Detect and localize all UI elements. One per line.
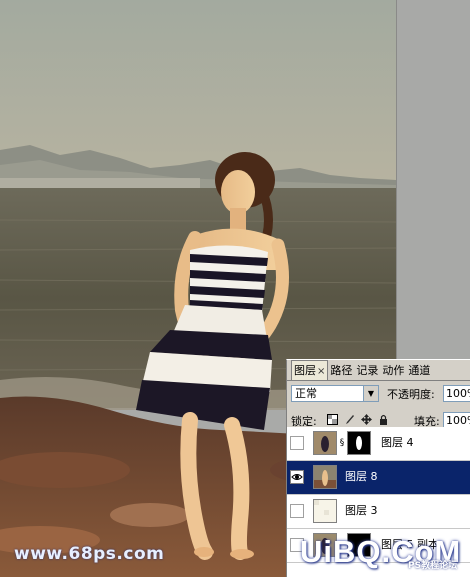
lock-move-icon[interactable] bbox=[361, 414, 372, 425]
blend-mode-value: 正常 bbox=[295, 387, 317, 400]
lock-brush-icon[interactable] bbox=[344, 414, 355, 425]
layer-thumbnail bbox=[313, 431, 337, 455]
watermark-68ps: www.68ps.com bbox=[14, 544, 165, 564]
canvas-gutter bbox=[396, 0, 470, 360]
tab-paths[interactable]: 路径 bbox=[328, 361, 354, 380]
tab-layers-label: 图层 bbox=[294, 364, 316, 377]
chevron-down-icon[interactable]: ▼ bbox=[363, 386, 378, 401]
blend-mode-select[interactable]: 正常 ▼ bbox=[291, 385, 379, 402]
layer-name: 图层 4 bbox=[381, 436, 414, 449]
visibility-toggle[interactable] bbox=[290, 436, 304, 450]
close-icon[interactable]: × bbox=[317, 366, 325, 377]
lock-all-icon[interactable] bbox=[378, 414, 389, 425]
watermark-uibq-sub: PS教程论坛 bbox=[408, 561, 458, 571]
blend-row: 正常 ▼ 不透明度: 100% bbox=[291, 385, 470, 403]
visibility-toggle[interactable] bbox=[290, 470, 304, 484]
panel-tabs: 图层× 路径 记录 动作 通道 bbox=[287, 360, 470, 381]
tab-history[interactable]: 记录 bbox=[354, 361, 380, 380]
tab-actions[interactable]: 动作 bbox=[380, 361, 406, 380]
opacity-label: 不透明度: bbox=[387, 388, 435, 401]
layer-row-4[interactable]: § 图层 4 bbox=[287, 427, 470, 461]
watermark-uibq: UiBQ.CoM PS教程论坛 bbox=[300, 532, 470, 577]
mask-thumbnail[interactable] bbox=[347, 431, 371, 455]
opacity-input[interactable]: 100% bbox=[443, 385, 470, 402]
layer-thumbnail bbox=[313, 499, 337, 523]
tab-channels[interactable]: 通道 bbox=[406, 361, 432, 380]
layer-thumbnail bbox=[313, 465, 337, 489]
chain-icon[interactable]: § bbox=[339, 436, 345, 450]
layer-name: 图层 3 bbox=[345, 504, 378, 517]
lock-transparent-icon[interactable] bbox=[327, 414, 338, 425]
layer-name: 图层 8 bbox=[345, 470, 378, 483]
layer-row-3[interactable]: 图层 3 bbox=[287, 495, 470, 529]
visibility-toggle[interactable] bbox=[290, 504, 304, 518]
eye-icon bbox=[291, 474, 303, 480]
layer-row-8[interactable]: 图层 8 bbox=[287, 461, 470, 495]
tab-layers[interactable]: 图层× bbox=[291, 360, 329, 380]
